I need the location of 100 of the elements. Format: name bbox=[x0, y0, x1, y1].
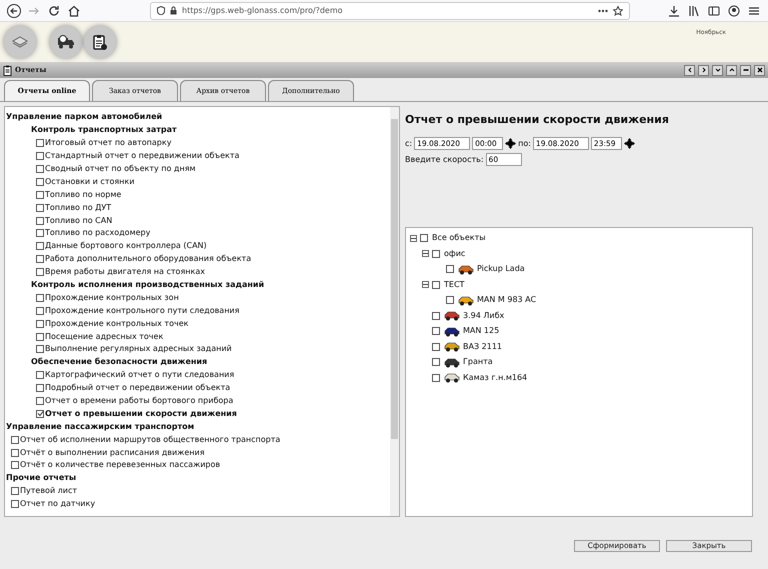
report-item[interactable]: Отчет о превышении скорости движения bbox=[45, 408, 237, 420]
report-item[interactable]: Прохождение контрольных зон bbox=[45, 292, 179, 304]
checkbox[interactable] bbox=[36, 216, 44, 225]
checkbox[interactable] bbox=[36, 165, 44, 173]
checkbox[interactable] bbox=[36, 410, 44, 418]
report-item[interactable]: Выполнение регулярных адресных заданий bbox=[45, 343, 232, 356]
checkbox[interactable] bbox=[432, 358, 440, 366]
tree-label[interactable]: Камаз г.н.м164 bbox=[463, 372, 528, 384]
tree-label[interactable]: офис bbox=[444, 248, 466, 260]
vehicle-icon bbox=[444, 326, 460, 337]
minimize-button[interactable] bbox=[740, 64, 751, 76]
back-icon[interactable] bbox=[7, 4, 21, 18]
report-item[interactable]: Остановки и стоянки bbox=[45, 176, 134, 188]
checkbox[interactable] bbox=[36, 320, 44, 328]
report-item[interactable]: Прохождение контрольного пути следования bbox=[45, 304, 240, 317]
checkbox[interactable] bbox=[36, 139, 44, 148]
checkbox[interactable] bbox=[36, 332, 44, 341]
checkbox[interactable] bbox=[11, 448, 19, 457]
report-item[interactable]: Отчёт о количестве перевезенных пассажиров bbox=[20, 459, 220, 472]
checkbox[interactable] bbox=[420, 234, 428, 242]
report-item[interactable]: Сводный отчет по объекту по дням bbox=[45, 163, 196, 175]
reports-button[interactable] bbox=[84, 26, 116, 58]
checkbox[interactable] bbox=[432, 312, 440, 320]
report-item[interactable]: Данные бортового контроллера (CAN) bbox=[45, 240, 207, 252]
checkbox[interactable] bbox=[36, 306, 44, 315]
checkbox[interactable] bbox=[11, 461, 19, 470]
checkbox[interactable] bbox=[36, 294, 44, 302]
tree-label[interactable]: ТЕСТ bbox=[444, 278, 464, 291]
tree-label[interactable]: Все объекты bbox=[432, 232, 486, 244]
checkbox[interactable] bbox=[446, 265, 454, 274]
checkbox[interactable] bbox=[11, 487, 19, 496]
tree-label[interactable]: MAN 125 bbox=[463, 325, 500, 338]
report-item[interactable]: Топливо по ДУТ bbox=[45, 202, 112, 214]
checkbox[interactable] bbox=[11, 500, 19, 508]
layers-button[interactable] bbox=[4, 26, 36, 58]
report-item[interactable]: Посещение адресных точек bbox=[45, 330, 164, 343]
checkbox[interactable] bbox=[36, 371, 44, 380]
expand-button[interactable] bbox=[726, 64, 737, 76]
report-item[interactable]: Отчет по датчику bbox=[20, 498, 96, 510]
report-item[interactable]: Топливо по CAN bbox=[45, 214, 112, 227]
url-text: https://gps.web-glonass.com/pro/?demo bbox=[182, 4, 343, 16]
tree-label[interactable]: ВАЗ 2111 bbox=[463, 340, 502, 353]
checkbox[interactable] bbox=[432, 280, 440, 289]
checkbox[interactable] bbox=[36, 255, 44, 264]
report-item[interactable]: Топливо по норме bbox=[45, 188, 122, 201]
star-icon[interactable] bbox=[613, 6, 623, 16]
checkbox[interactable] bbox=[36, 384, 44, 392]
home-icon[interactable] bbox=[68, 4, 80, 16]
sidebar-icon[interactable] bbox=[708, 4, 720, 16]
report-item[interactable]: Итоговый отчет по автопарку bbox=[45, 137, 172, 150]
tree-label[interactable]: 3.94 Либх bbox=[463, 310, 504, 322]
download-icon[interactable] bbox=[668, 4, 680, 16]
tree-label[interactable]: Гранта bbox=[463, 356, 493, 368]
checkbox[interactable] bbox=[432, 250, 440, 258]
report-item[interactable]: Отчёт о выполнении расписания движения bbox=[20, 446, 205, 459]
report-item[interactable]: Путевой лист bbox=[20, 485, 78, 498]
reload-icon[interactable] bbox=[48, 4, 60, 16]
prev-window-button[interactable] bbox=[684, 64, 695, 76]
checkbox[interactable] bbox=[36, 242, 44, 250]
checkbox[interactable] bbox=[36, 190, 44, 199]
address-bar[interactable]: https://gps.web-glonass.com/pro/?demo bbox=[150, 2, 630, 20]
checkbox[interactable] bbox=[36, 178, 44, 186]
checkbox[interactable] bbox=[36, 345, 44, 354]
truck-icon bbox=[57, 35, 75, 49]
time-picker-icon[interactable] bbox=[505, 138, 516, 149]
checkbox[interactable] bbox=[432, 342, 440, 351]
checkbox[interactable] bbox=[36, 229, 44, 238]
expander-toggle[interactable] bbox=[422, 281, 429, 288]
scroll-thumb[interactable] bbox=[391, 119, 398, 439]
checkbox[interactable] bbox=[11, 436, 19, 444]
tree-label[interactable]: Pickup Lada bbox=[477, 263, 525, 276]
expander-toggle[interactable] bbox=[410, 234, 417, 242]
menu-icon[interactable] bbox=[748, 4, 760, 16]
trucks-button[interactable] bbox=[50, 26, 82, 58]
report-item[interactable]: Время работы двигателя на стоянках bbox=[45, 266, 205, 278]
report-item[interactable]: Отчет о времени работы бортового прибора bbox=[45, 395, 234, 408]
checkbox[interactable] bbox=[432, 327, 440, 336]
checkbox[interactable] bbox=[36, 204, 44, 212]
more-icon[interactable] bbox=[598, 8, 608, 12]
report-item[interactable]: Отчет об исполнении маршрутов общественного транспорта bbox=[20, 434, 280, 446]
report-item[interactable]: Топливо по расходомеру bbox=[45, 227, 150, 240]
checkbox[interactable] bbox=[432, 374, 440, 382]
report-title: Отчет о превышении скорости движения bbox=[405, 112, 670, 128]
expander-toggle[interactable] bbox=[422, 250, 429, 258]
account-icon[interactable] bbox=[728, 4, 740, 16]
checkbox[interactable] bbox=[36, 397, 44, 406]
report-item[interactable]: Работа дополнительного оборудования объекта bbox=[45, 253, 252, 266]
report-item[interactable]: Картографический отчет о пути следования bbox=[45, 369, 234, 382]
report-item[interactable]: Стандартный отчет о передвижении объекта bbox=[45, 150, 240, 162]
tree-label[interactable]: MAN M 983 AC bbox=[477, 294, 536, 306]
library-icon[interactable] bbox=[688, 4, 700, 16]
time-picker-icon[interactable] bbox=[624, 138, 635, 149]
report-item[interactable]: Подробный отчет о передвижении объекта bbox=[45, 382, 230, 394]
checkbox[interactable] bbox=[36, 268, 44, 276]
checkbox[interactable] bbox=[36, 152, 44, 160]
next-window-button[interactable] bbox=[698, 64, 709, 76]
close-button[interactable] bbox=[754, 64, 765, 76]
collapse-button[interactable] bbox=[712, 64, 723, 76]
report-item[interactable]: Прохождение контрольных точек bbox=[45, 318, 188, 330]
checkbox[interactable] bbox=[446, 296, 454, 304]
